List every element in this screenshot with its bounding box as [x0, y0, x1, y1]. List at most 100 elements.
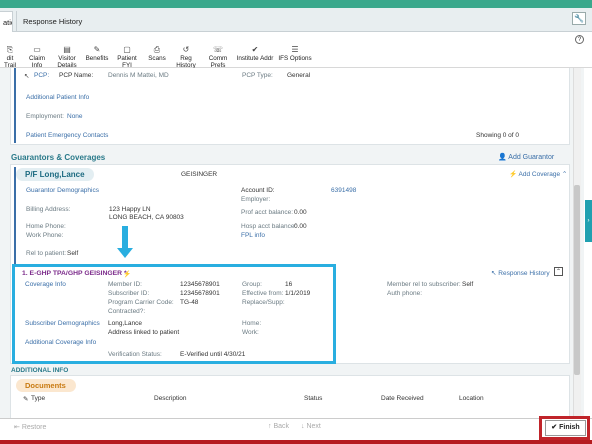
home-phone-label: Home Phone: [26, 223, 66, 230]
toolbar-button-5[interactable]: ⎙ Scans [144, 44, 170, 68]
back-label: Back [273, 423, 290, 430]
next-button[interactable]: ↓ Next [301, 423, 321, 430]
edit-icon: ✎ [23, 396, 29, 403]
trail-icon: ⎘ [6, 45, 14, 54]
toolbar-label: IFS Options [278, 55, 312, 62]
toolbar-button-2[interactable]: ▤ Visitor Details [52, 44, 82, 69]
coverage-info-link[interactable]: Coverage Info [25, 281, 66, 288]
scans-icon: ⎙ [153, 45, 161, 54]
back-arrow-icon: ↑ [268, 423, 272, 430]
replace-supp-label: Replace/Supp: [242, 299, 285, 306]
restore-icon: ⇤ [14, 424, 20, 431]
additional-coverage-link[interactable]: Additional Coverage Info [25, 339, 96, 346]
group-label: Group: [242, 281, 262, 288]
tab-row: ation Response History [0, 8, 592, 32]
col-date-received[interactable]: Date Received [381, 395, 424, 402]
fpl-info-link[interactable]: FPL info [241, 232, 265, 239]
tab-response-history[interactable]: Response History [16, 11, 88, 32]
toolbar-button-8[interactable]: ✔ Institute Addr [236, 44, 274, 68]
contracted-label: Contracted?: [108, 308, 146, 315]
checkmark-icon: ✔ [551, 424, 558, 431]
additional-info-title: ADDITIONAL INFO [11, 367, 69, 374]
add-coverage-label: Add Coverage [518, 171, 561, 178]
group-value: 16 [285, 281, 293, 288]
toolbar-button-0[interactable]: ⎘ dit Trail [0, 44, 20, 69]
benefits-icon: ✎ [93, 45, 101, 54]
next-label: Next [306, 423, 321, 430]
billing-address-label: Billing Address: [26, 206, 71, 213]
toolbar-label: Benefits [85, 55, 109, 62]
guarantor-name-pill[interactable]: P/F Long,Lance [16, 168, 94, 181]
additional-patient-info-link[interactable]: Additional Patient Info [26, 94, 89, 101]
toolbar-label: Scans [148, 55, 166, 62]
auth-phone-label: Auth phone: [387, 290, 423, 297]
finish-button[interactable]: ✔ Finish [545, 420, 586, 436]
bottom-red-strip [0, 440, 592, 444]
toolbar-button-1[interactable]: ▭ Claim Info [24, 44, 50, 69]
institute-icon: ✔ [251, 45, 259, 54]
pcp-type-label: PCP Type: [242, 72, 273, 79]
toolbar-label: Institute Addr [236, 55, 274, 62]
toolbar-button-3[interactable]: ✎ Benefits [84, 44, 110, 68]
employment-label: Employment: [26, 113, 64, 120]
col-status[interactable]: Status [304, 395, 322, 402]
employer-label: Employer: [241, 196, 271, 203]
carrier-code-value: TG-48 [180, 299, 199, 306]
rel-to-patient-value: Self [67, 250, 79, 257]
claim-icon: ▭ [33, 45, 41, 54]
pcp-card: ↖ PCP: PCP Name: Dennis M Mattei, MD PCP… [10, 68, 570, 145]
address-note: Address linked to patient [108, 329, 180, 336]
prof-balance-value: 0.00 [294, 209, 307, 216]
side-panel-toggle-icon[interactable]: › [585, 200, 592, 242]
toolbar-button-9[interactable]: ☰ IFS Options [276, 44, 314, 68]
prof-balance-label: Prof acct balance: [241, 209, 294, 216]
collapse-icon[interactable]: ⌃ [562, 171, 567, 178]
verification-label: Verification Status: [108, 351, 162, 358]
employment-value: None [67, 113, 83, 120]
restore-button[interactable]: ⇤ Restore [14, 423, 46, 431]
add-coverage-button[interactable]: ⚡ Add Coverage ⌃ [509, 170, 567, 178]
toolbar-button-4[interactable]: ▢ Patient FYI [112, 44, 142, 69]
add-guarantor-button[interactable]: 👤 Add Guarantor [498, 153, 554, 161]
toolbar-label: Reg History [176, 55, 196, 69]
hosp-balance-value: 0.00 [294, 223, 307, 230]
comm-prefs-icon: ☏ [212, 45, 223, 54]
verification-value: E-Verified until 4/30/21 [180, 351, 246, 358]
guarantor-demographics-link[interactable]: Guarantor Demographics [26, 187, 99, 194]
pcp-name-label: PCP Name: [59, 72, 94, 79]
finish-label: Finish [559, 424, 580, 431]
member-id-label: Member ID: [108, 281, 142, 288]
documents-pill[interactable]: Documents [16, 379, 76, 392]
toolbar-button-7[interactable]: ☏ Comm Prefs [202, 44, 234, 69]
documents-header-row: ✎ Type Description Status Date Received … [23, 395, 563, 405]
subscriber-demographics-link[interactable]: Subscriber Demographics [25, 320, 100, 327]
coverage-title[interactable]: 1. E-GHP TPA/GHP GEISINGER * [22, 270, 127, 277]
emergency-contacts-link[interactable]: Patient Emergency Contacts [26, 132, 108, 139]
toolbar-label: Patient FYI [117, 55, 137, 69]
effective-value: 1/1/2019 [285, 290, 311, 297]
restore-label: Restore [21, 424, 47, 431]
visitor-icon: ▤ [63, 45, 71, 54]
tab-active[interactable]: ation [0, 11, 13, 32]
scrollbar-thumb[interactable] [574, 185, 580, 375]
pcp-accent-bar [14, 68, 16, 143]
guarantor-payer: GEISINGER [181, 171, 218, 178]
expand-coverage-icon[interactable]: ⌃ [554, 267, 563, 276]
col-type[interactable]: Type [31, 395, 45, 402]
pin-icon: ↖ [491, 270, 497, 277]
col-location[interactable]: Location [459, 395, 484, 402]
toolbar-button-6[interactable]: ↺ Reg History [172, 44, 200, 69]
account-id-value[interactable]: 6391498 [331, 187, 356, 194]
pin-icon: ↖ [24, 73, 30, 80]
guarantors-title: Guarantors & Coverages [11, 153, 106, 162]
next-arrow-icon: ↓ [301, 423, 305, 430]
back-button[interactable]: ↑ Back [268, 423, 289, 430]
effective-label: Effective from: [242, 290, 284, 297]
wrench-icon[interactable]: 🔧 [572, 12, 586, 25]
account-id-label: Account ID: [241, 187, 275, 194]
col-description[interactable]: Description [154, 395, 187, 402]
response-history-button[interactable]: ↖ Response History [491, 269, 550, 277]
subscriber-id-value: 12345678901 [180, 290, 220, 297]
top-banner [0, 0, 592, 8]
help-icon[interactable]: ? [575, 35, 584, 44]
